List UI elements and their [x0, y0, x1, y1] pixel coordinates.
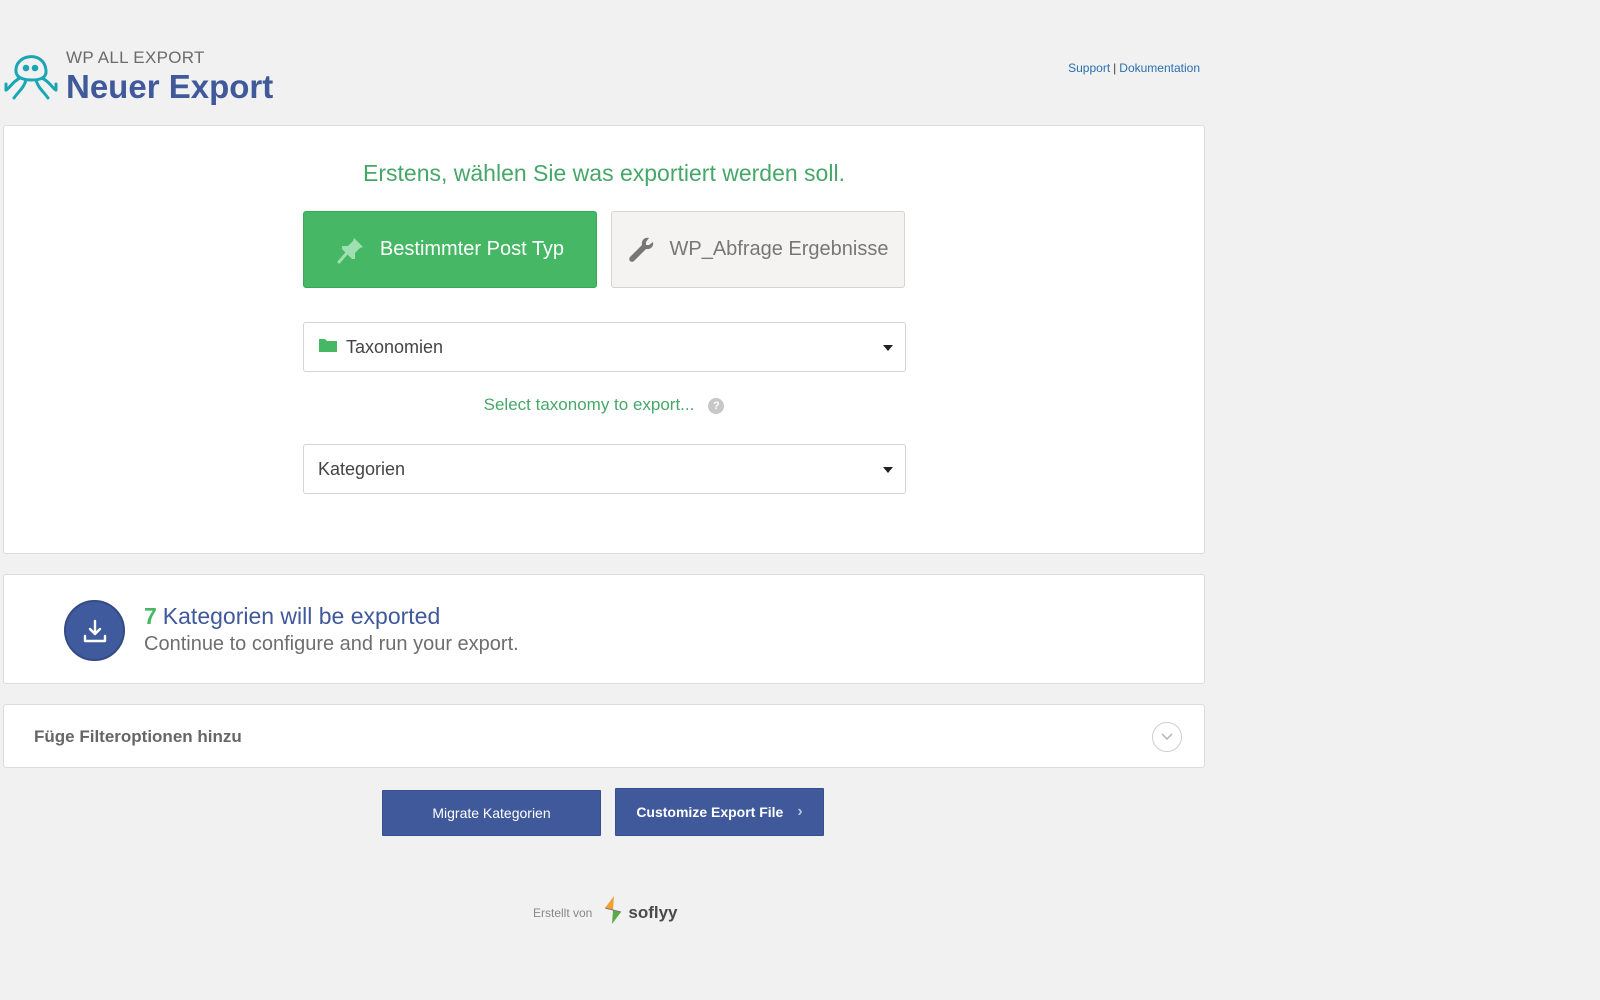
chevron-right-icon: › [797, 803, 803, 820]
footer: Erstellt von soflyy [533, 895, 678, 930]
filter-options-label: Füge Filteroptionen hinzu [34, 727, 242, 746]
chevron-down-icon [883, 467, 893, 473]
documentation-link[interactable]: Dokumentation [1119, 61, 1200, 75]
wp-query-button[interactable]: WP_Abfrage Ergebnisse [611, 211, 905, 288]
post-type-select[interactable]: Taxonomien [303, 322, 906, 372]
page-title: Neuer Export [66, 68, 274, 105]
export-count-title: 7 Kategorien will be exported [144, 603, 440, 630]
chevron-down-icon [1160, 728, 1174, 746]
specific-post-type-label: Bestimmter Post Typ [379, 238, 565, 260]
export-count-number: 7 [144, 603, 157, 629]
link-separator: | [1113, 61, 1117, 75]
export-count-subtitle: Continue to configure and run your expor… [144, 633, 519, 655]
brand-name: WP ALL EXPORT [66, 48, 205, 67]
footer-brand[interactable]: soflyy [628, 903, 677, 923]
chevron-down-icon [883, 345, 893, 351]
taxonomy-helper: Select taxonomy to export...? [4, 395, 1204, 415]
taxonomy-select[interactable]: Kategorien [303, 444, 906, 494]
filter-toggle-button[interactable] [1152, 722, 1182, 752]
top-links: Support | Dokumentation [1068, 61, 1200, 75]
taxonomy-select-value: Kategorien [318, 458, 406, 479]
export-count-text: Kategorien will be exported [162, 603, 441, 629]
customize-export-button[interactable]: Customize Export File › [615, 788, 824, 836]
export-type-panel: Erstens, wählen Sie was exportiert werde… [3, 125, 1205, 554]
taxonomy-helper-text: Select taxonomy to export... [483, 395, 695, 414]
wp-query-label: WP_Abfrage Ergebnisse [669, 238, 889, 260]
folder-icon [318, 337, 338, 358]
export-count-panel: 7 Kategorien will be exported Continue to… [3, 574, 1205, 684]
footer-created-by: Erstellt von [533, 905, 593, 920]
help-icon[interactable]: ? [708, 397, 725, 414]
filter-options-panel[interactable]: Füge Filteroptionen hinzu [3, 704, 1205, 768]
support-link[interactable]: Support [1068, 61, 1110, 75]
wrench-icon [627, 236, 655, 264]
pin-icon [336, 235, 366, 265]
page-header: WP ALL EXPORT Neuer Export Support | Dokum… [0, 0, 1210, 120]
octopus-logo-icon [4, 44, 60, 102]
export-type-heading: Erstens, wählen Sie was exportiert werde… [363, 160, 845, 186]
soflyy-logo-icon[interactable] [602, 895, 624, 930]
customize-export-label: Customize Export File [636, 804, 784, 820]
migrate-button[interactable]: Migrate Kategorien [382, 790, 601, 836]
specific-post-type-button[interactable]: Bestimmter Post Typ [303, 211, 597, 288]
post-type-select-value: Taxonomien [346, 336, 444, 357]
download-icon [64, 600, 125, 661]
